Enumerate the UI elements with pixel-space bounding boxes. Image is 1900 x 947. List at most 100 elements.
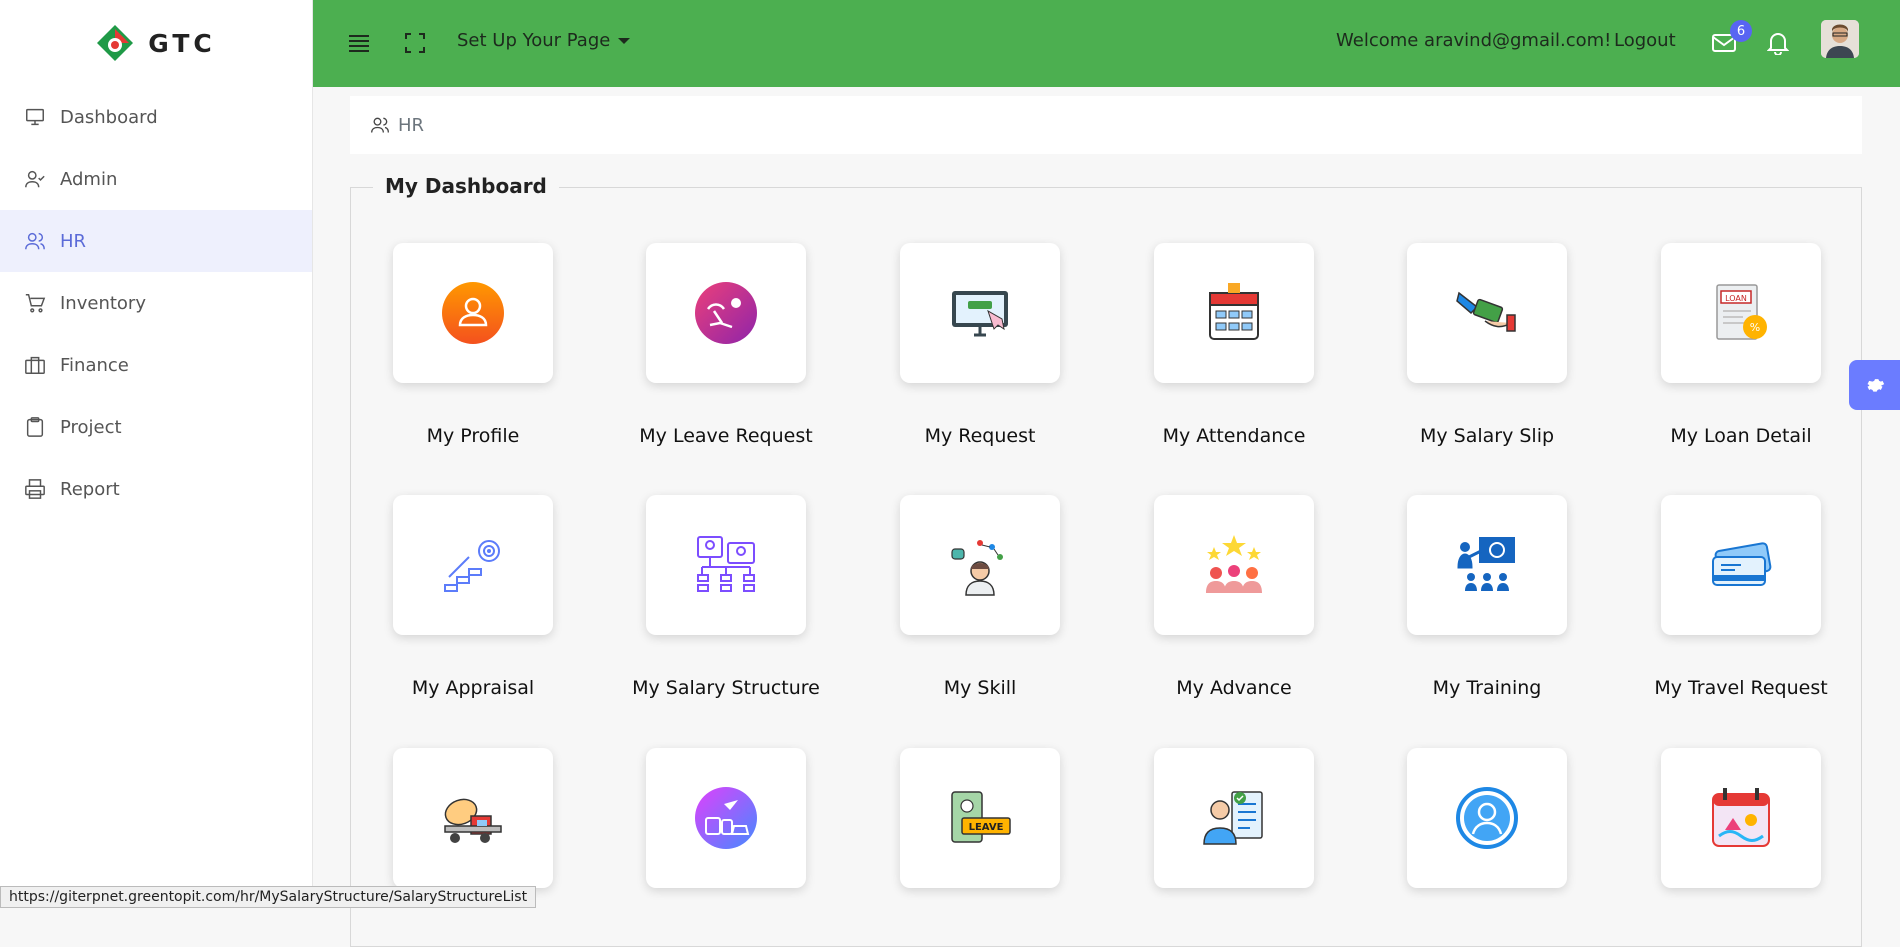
sidebar-item-label: HR	[60, 230, 87, 252]
tile-my-skill[interactable]	[900, 495, 1060, 635]
notification-button[interactable]	[1764, 29, 1792, 57]
tile-label: My Loan Detail	[1670, 425, 1812, 447]
tile-row3-1[interactable]	[393, 748, 553, 888]
tile-my-request[interactable]	[900, 243, 1060, 383]
tile-my-leave-request[interactable]	[646, 243, 806, 383]
avatar-photo-icon	[1821, 20, 1859, 58]
user-avatar[interactable]	[1821, 20, 1859, 58]
logout-link[interactable]: Logout	[1614, 30, 1676, 51]
hamburger-icon	[349, 35, 369, 52]
tile-my-loan-detail[interactable]: LOAN%	[1661, 243, 1821, 383]
brand-name: GTC	[148, 28, 216, 58]
skill-person-icon	[951, 540, 1003, 596]
svg-text:LOAN: LOAN	[1725, 294, 1747, 303]
fullscreen-button[interactable]	[401, 29, 429, 57]
sidebar-item-admin[interactable]: Admin	[0, 148, 312, 210]
sidebar-item-finance[interactable]: Finance	[0, 334, 312, 396]
users-icon	[25, 232, 45, 250]
tile-row3-5[interactable]	[1407, 748, 1567, 888]
tile-label: My Attendance	[1162, 425, 1306, 447]
tile-row3-6[interactable]	[1661, 748, 1821, 888]
sidebar-item-project[interactable]: Project	[0, 396, 312, 458]
tile-my-profile[interactable]	[393, 243, 553, 383]
beach-leave-icon	[695, 282, 757, 344]
sidebar-item-label: Inventory	[60, 292, 146, 314]
tile-my-travel-request[interactable]	[1661, 495, 1821, 635]
browser-status-url: https://giterpnet.greentopit.com/hr/MySa…	[0, 886, 537, 908]
sidebar-item-label: Dashboard	[60, 106, 158, 128]
tile-label: My Leave Request	[639, 425, 813, 447]
svg-text:%: %	[1750, 321, 1760, 334]
computer-request-icon	[952, 291, 1008, 337]
tile-label: My Request	[924, 425, 1036, 447]
top-header: Set Up Your Page Welcome aravind@gmail.c…	[313, 0, 1900, 87]
tile-label: My Profile	[426, 425, 520, 447]
profile-icon	[442, 282, 504, 344]
tile-row3-4[interactable]	[1154, 748, 1314, 888]
setup-page-label: Set Up Your Page	[457, 30, 611, 51]
sidebar-item-report[interactable]: Report	[0, 458, 312, 520]
dashboard-panel: My Dashboard My Profile My Leave Request…	[350, 174, 1862, 947]
users-icon	[371, 117, 389, 133]
clipboard-icon	[26, 417, 44, 437]
tile-label: My Appraisal	[411, 677, 535, 699]
tile-row3-3[interactable]: LEAVE	[900, 748, 1060, 888]
tile-label: My Travel Request	[1654, 677, 1828, 699]
sidebar-item-label: Admin	[60, 168, 118, 190]
sidebar-item-label: Project	[60, 416, 122, 438]
cart-icon	[25, 294, 46, 313]
menu-toggle-button[interactable]	[345, 29, 373, 57]
tile-my-salary-slip[interactable]	[1407, 243, 1567, 383]
loan-document-icon: LOAN%	[1716, 284, 1767, 340]
bell-icon	[1767, 33, 1789, 55]
sidebar-item-label: Report	[60, 478, 120, 500]
truck-icon	[444, 798, 502, 843]
tile-label: My Advance	[1176, 677, 1292, 699]
printer-icon	[25, 479, 45, 499]
brand-logo[interactable]: GTC	[0, 0, 312, 86]
training-board-icon	[1457, 537, 1515, 591]
tile-my-training[interactable]	[1407, 495, 1567, 635]
travel-circle-icon	[695, 787, 757, 849]
leave-card-icon: LEAVE	[951, 791, 1011, 843]
sidebar-nav: Dashboard Admin HR Inventory Finance Pro…	[0, 86, 312, 520]
user-circle-icon	[1456, 787, 1518, 849]
tile-label: My Salary Structure	[632, 677, 820, 699]
tile-label: My Skill	[943, 677, 1017, 699]
sidebar-item-dashboard[interactable]: Dashboard	[0, 86, 312, 148]
tile-my-appraisal[interactable]	[393, 495, 553, 635]
sidebar-item-inventory[interactable]: Inventory	[0, 272, 312, 334]
tile-label: My Training	[1432, 677, 1542, 699]
gtc-logo-icon	[97, 25, 134, 61]
tile-my-salary-structure[interactable]	[646, 495, 806, 635]
travel-ticket-icon	[1712, 542, 1772, 586]
svg-text:LEAVE: LEAVE	[969, 822, 1004, 833]
briefcase-icon	[25, 356, 45, 374]
setup-page-dropdown[interactable]: Set Up Your Page	[457, 30, 631, 51]
mail-count-badge: 6	[1730, 20, 1752, 42]
breadcrumb-label[interactable]: HR	[398, 115, 424, 136]
stars-team-icon	[1206, 535, 1262, 593]
cash-hand-icon	[1456, 291, 1516, 332]
checklist-person-icon	[1203, 791, 1263, 845]
breadcrumb: HR	[350, 96, 1862, 154]
caret-down-icon	[618, 37, 631, 44]
sidebar-item-hr[interactable]: HR	[0, 210, 312, 272]
sidebar: GTC Dashboard Admin HR Inventory Finance…	[0, 0, 313, 908]
dashboard-title: My Dashboard	[373, 174, 559, 198]
tile-row3-2[interactable]	[646, 748, 806, 888]
attendance-calendar-icon	[1209, 283, 1259, 340]
growth-target-icon	[444, 540, 500, 592]
calendar-sun-icon	[1712, 788, 1770, 847]
tile-my-attendance[interactable]	[1154, 243, 1314, 383]
sidebar-item-label: Finance	[60, 354, 129, 376]
gear-icon	[1867, 379, 1884, 392]
tile-my-advance[interactable]	[1154, 495, 1314, 635]
monitor-icon	[26, 108, 44, 126]
org-structure-icon	[697, 536, 755, 592]
fullscreen-icon	[405, 33, 425, 53]
settings-button[interactable]	[1849, 360, 1900, 410]
user-check-icon	[25, 170, 45, 188]
tile-label: My Salary Slip	[1419, 425, 1555, 447]
welcome-text: Welcome aravind@gmail.com!	[1336, 30, 1612, 51]
